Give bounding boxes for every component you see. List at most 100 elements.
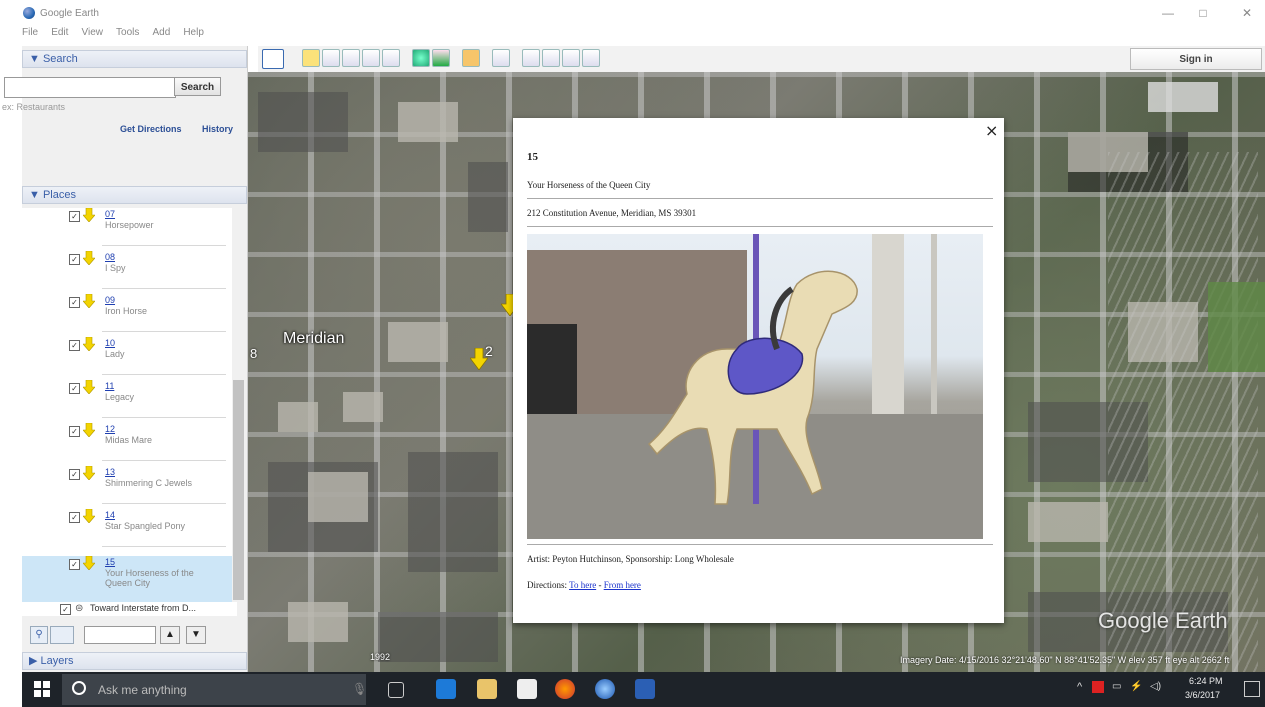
places-panel-header[interactable]: ▼ Places [22, 186, 247, 204]
checkbox-checked-icon[interactable]: ✓ [69, 512, 80, 523]
task-view-icon[interactable] [388, 682, 404, 698]
add-path-icon[interactable] [342, 49, 360, 67]
checkbox-checked-icon[interactable]: ✓ [69, 426, 80, 437]
google-earth-taskbar-icon[interactable] [595, 679, 615, 699]
checkbox-checked-icon[interactable]: ✓ [69, 559, 80, 570]
place-name: Shimmering C Jewels [105, 478, 193, 488]
place-number[interactable]: 15 [105, 557, 115, 567]
checkbox-checked-icon[interactable]: ✓ [69, 297, 80, 308]
word-icon[interactable] [635, 679, 655, 699]
taskbar: Ask me anything 🎙 ^ ▭ ⚡ ◁) 6:24 PM 3/6/2… [22, 672, 1265, 707]
place-item[interactable]: ✓ 11 Legacy [22, 380, 232, 422]
email-icon[interactable] [522, 49, 540, 67]
place-name: Your Horseness of the Queen City [105, 568, 194, 588]
file-explorer-icon[interactable] [477, 679, 497, 699]
search-input[interactable] [4, 77, 176, 98]
place-number[interactable]: 07 [105, 209, 115, 219]
print-icon[interactable] [542, 49, 560, 67]
menu-add[interactable]: Add [152, 27, 170, 38]
microphone-icon[interactable]: 🎙 [352, 682, 367, 696]
edge-browser-icon[interactable] [436, 679, 456, 699]
place-number[interactable]: 14 [105, 510, 115, 520]
battery-icon[interactable]: ⚡ [1130, 681, 1142, 692]
historical-imagery-icon[interactable] [412, 49, 430, 67]
place-item[interactable]: ✓ 13 Shimmering C Jewels [22, 466, 232, 508]
places-filter-input[interactable] [84, 626, 156, 644]
menu-view[interactable]: View [81, 27, 103, 38]
carousel-horse-photo [527, 234, 983, 539]
cortana-search-box[interactable]: Ask me anything 🎙 [62, 674, 367, 705]
checkbox-checked-icon[interactable]: ✓ [69, 340, 80, 351]
yellow-pin-icon [83, 556, 95, 570]
place-item[interactable]: ✓ 08 I Spy [22, 251, 232, 293]
volume-icon[interactable]: ◁) [1150, 681, 1161, 692]
place-name: Midas Mare [105, 435, 153, 445]
get-directions-link[interactable]: Get Directions [120, 124, 182, 134]
move-down-arrow-icon[interactable]: ▼ [186, 626, 206, 644]
close-window-button[interactable]: ✕ [1236, 4, 1258, 22]
sunlight-icon[interactable] [432, 49, 450, 67]
action-center-icon[interactable] [1244, 681, 1260, 697]
menu-tools[interactable]: Tools [116, 27, 139, 38]
place-item[interactable]: ✓ 09 Iron Horse [22, 294, 232, 336]
place-item[interactable]: ✓ 07 Horsepower [22, 208, 232, 250]
checkbox-checked-icon[interactable]: ✓ [69, 469, 80, 480]
place-number[interactable]: 10 [105, 338, 115, 348]
checkbox-checked-icon[interactable]: ✓ [60, 604, 71, 615]
menu-file[interactable]: File [22, 27, 38, 38]
from-here-link[interactable]: From here [604, 580, 641, 590]
add-overlay-icon[interactable] [362, 49, 380, 67]
add-polygon-icon[interactable] [322, 49, 340, 67]
place-item[interactable]: ✓ 12 Midas Mare [22, 423, 232, 465]
search-panel-header[interactable]: ▼ Search [22, 50, 247, 68]
place-number[interactable]: 12 [105, 424, 115, 434]
place-number[interactable]: 08 [105, 252, 115, 262]
clock-date[interactable]: 3/6/2017 [1185, 690, 1220, 700]
windows-start-icon[interactable] [34, 681, 50, 697]
store-icon[interactable] [517, 679, 537, 699]
clock-time[interactable]: 6:24 PM [1189, 676, 1223, 686]
places-scrollbar-thumb[interactable] [233, 380, 244, 600]
toward-interstate-item[interactable]: ✓ ⊜ Toward Interstate from D... [22, 602, 237, 616]
place-item[interactable]: ✓ 14 Star Spangled Pony [22, 509, 232, 551]
to-here-link[interactable]: To here [569, 580, 596, 590]
firefox-icon[interactable] [555, 679, 575, 699]
add-placemark-icon[interactable] [302, 49, 320, 67]
sidebar-toggle-icon[interactable] [262, 49, 284, 69]
view-in-maps-icon[interactable] [582, 49, 600, 67]
divider [102, 288, 226, 289]
tray-arrow-icon[interactable]: ^ [1077, 681, 1082, 693]
place-name: Legacy [105, 392, 135, 402]
search-button[interactable]: Search [174, 77, 221, 96]
panel-toggle-icon[interactable] [50, 626, 74, 644]
place-number[interactable]: 09 [105, 295, 115, 305]
ruler-icon[interactable] [492, 49, 510, 67]
place-item[interactable]: ✓ 10 Lady [22, 337, 232, 379]
close-icon[interactable]: × [985, 121, 998, 140]
sign-in-button[interactable]: Sign in [1130, 48, 1262, 70]
cortana-circle-icon [72, 681, 86, 695]
search-places-icon[interactable]: ⚲ [30, 626, 48, 644]
place-number[interactable]: 13 [105, 467, 115, 477]
checkbox-checked-icon[interactable]: ✓ [69, 254, 80, 265]
planets-icon[interactable] [462, 49, 480, 67]
doorway [527, 324, 577, 414]
maximize-button[interactable]: □ [1192, 4, 1214, 22]
history-link[interactable]: History [202, 124, 233, 134]
move-up-arrow-icon[interactable]: ▲ [160, 626, 180, 644]
tray-app-icon[interactable] [1092, 681, 1104, 693]
menu-help[interactable]: Help [183, 27, 204, 38]
checkbox-checked-icon[interactable]: ✓ [69, 211, 80, 222]
place-item-selected[interactable]: ✓ 15 Your Horseness of the Queen City [22, 556, 232, 602]
layers-panel-header[interactable]: ▶ Layers [22, 652, 247, 670]
checkbox-checked-icon[interactable]: ✓ [69, 383, 80, 394]
placemark-balloon: × 15 Your Horseness of the Queen City 21… [513, 118, 1004, 623]
record-tour-icon[interactable] [382, 49, 400, 67]
places-list: ✓ 07 Horsepower ✓ 08 I Spy ✓ 09 Iron Hor… [22, 208, 232, 612]
menu-edit[interactable]: Edit [51, 27, 68, 38]
save-image-icon[interactable] [562, 49, 580, 67]
place-number[interactable]: 11 [105, 381, 114, 391]
map-scale-label: 1992 [370, 652, 391, 662]
minimize-button[interactable]: — [1157, 4, 1179, 22]
network-icon[interactable]: ▭ [1112, 681, 1121, 692]
